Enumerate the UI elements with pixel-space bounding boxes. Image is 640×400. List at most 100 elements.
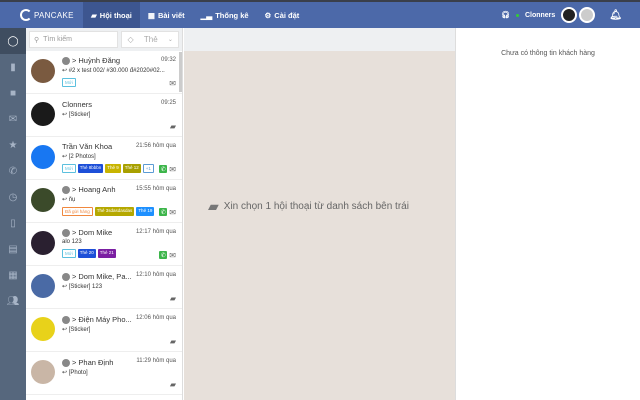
- tab-conversations[interactable]: ▰ Hội thoại: [83, 2, 140, 28]
- chevron-right-icon: >: [72, 185, 77, 194]
- conversation-name: Dom Mike: [78, 228, 113, 237]
- chat-bubbles-icon: ▰: [208, 198, 219, 214]
- tab-stats[interactable]: ▁▃ Thống kê: [193, 2, 257, 28]
- tag-filter-select[interactable]: ◇ Thẻ ⌄: [121, 31, 179, 48]
- conversation-time: 11:29 hôm qua: [136, 358, 176, 364]
- conversation-item[interactable]: Clonners 09:25 ↩ [Sticker] ▰: [26, 94, 182, 137]
- conversation-item[interactable]: > Dom Mike, Pa... 12:10 hôm qua ↩ [Sticke…: [26, 266, 182, 309]
- conversation-item[interactable]: > Điện Máy Pho... 12:06 hôm qua ↩ [Sticke…: [26, 309, 182, 352]
- headset-icon[interactable]: 🎧︎: [501, 11, 510, 19]
- chevron-right-icon: >: [72, 56, 77, 65]
- tab-posts[interactable]: ▦ Bài viết: [140, 2, 193, 28]
- tag-badge: Thẻ 3sdasdasdas: [94, 207, 135, 216]
- conversation-item[interactable]: > Huỳnh Đăng 09:32 ↩ #2 x test 002/ #30.0…: [26, 51, 182, 94]
- page-mini-avatar: [62, 358, 70, 367]
- users-icon[interactable]: 👥︎: [0, 288, 26, 314]
- avatar: [31, 188, 55, 212]
- tag-badge: Thẻ 9: [105, 164, 121, 173]
- calendar-icon[interactable]: ▤: [0, 236, 26, 262]
- envelope-icon: ✉: [169, 79, 176, 88]
- bell-icon[interactable]: 🔔︎: [609, 10, 622, 21]
- comment-icon: ▰: [169, 122, 176, 131]
- avatar: [31, 274, 55, 298]
- page-avatar[interactable]: [561, 7, 578, 23]
- conversation-snippet: ↩ [2 Photos]: [62, 154, 96, 160]
- conversation-time: 12:10 hôm qua: [135, 272, 176, 278]
- logo-icon: [20, 9, 32, 21]
- conversation-name: Điện Máy Pho...: [78, 315, 132, 324]
- empty-message: Xin chọn 1 hội thoại từ danh sách bên tr…: [223, 201, 409, 212]
- grid-icon[interactable]: ▦: [0, 262, 26, 288]
- envelope-icon: ✉: [169, 208, 176, 217]
- tag-badge: Mới: [62, 164, 76, 173]
- bookmark-icon[interactable]: ▮: [0, 54, 26, 80]
- tag-badge: Thẻ 20: [77, 249, 96, 258]
- top-navbar: PANCAKE ▰ Hội thoại ▦ Bài viết ▁▃ Thống kê …: [0, 0, 640, 28]
- envelope-icon: ✉: [169, 251, 176, 260]
- scrollbar[interactable]: [179, 52, 182, 92]
- left-sidebar: ◯ ▮ ■ ✉ ★ ✆ ◷ ▯ ▤ ▦ 👥︎: [0, 28, 26, 400]
- page-mini-avatar: [62, 272, 70, 281]
- page-mini-avatar: [62, 56, 70, 65]
- conversation-snippet: alo 123: [62, 239, 82, 245]
- envelope-icon: ✉: [169, 165, 176, 174]
- avatar: [31, 145, 55, 169]
- conversation-list: ⚲ Tìm kiếm ◇ Thẻ ⌄ > Huỳnh Đăng 09:32 ↩ #2 x…: [26, 28, 183, 400]
- conversation-snippet: ↩ #2 x test 002/ #30.000 đ#2020#02...: [62, 68, 165, 74]
- tag-badge: Thẻ 19: [136, 207, 155, 216]
- phone-icon: ✆: [159, 208, 168, 216]
- conversation-item[interactable]: > Hoang Anh 15:55 hôm qua ↩ ňụ Đã gửi hàn…: [26, 180, 182, 223]
- phone-icon: ✆: [159, 251, 168, 259]
- conversation-name: Dom Mike, Pa...: [78, 272, 132, 281]
- chevron-right-icon: >: [72, 358, 77, 367]
- customer-panel: Chưa có thông tin khách hàng: [455, 28, 640, 400]
- chevron-right-icon: >: [72, 315, 77, 324]
- chevron-right-icon: >: [72, 228, 77, 237]
- conversation-item[interactable]: > Dom Mike 12:17 hôm qua alo 123 Mới Thẻ 2…: [26, 223, 182, 266]
- phone-icon: ✆: [159, 165, 168, 173]
- tag-badge: Mới: [62, 78, 76, 87]
- conversation-item[interactable]: > Phan Định 11:29 hôm qua ↩ [Photo] ▰: [26, 352, 182, 395]
- comment-icon: ▰: [169, 294, 176, 303]
- conversation-time: 12:06 hôm qua: [135, 315, 176, 321]
- conversation-name: Phan Định: [78, 358, 114, 367]
- no-customer-info: Chưa có thông tin khách hàng: [501, 50, 595, 57]
- user-avatar[interactable]: [579, 7, 596, 23]
- avatar: [31, 102, 55, 126]
- tag-badge: Thẻ 12: [122, 164, 141, 173]
- tag-badge: Mới: [62, 249, 76, 258]
- conversation-name: Huỳnh Đăng: [78, 56, 121, 65]
- conversation-name: Trần Văn Khoa: [62, 142, 113, 151]
- conversation-snippet: ↩ [Sticker]: [62, 327, 91, 333]
- main-nav: ▰ Hội thoại ▦ Bài viết ▁▃ Thống kê ⚙ Cài đặt: [83, 2, 307, 28]
- clock-icon[interactable]: ◷: [0, 184, 26, 210]
- conversation-snippet: ↩ [Sticker]: [62, 112, 91, 118]
- page-mini-avatar: [62, 228, 70, 237]
- all-conversations-icon[interactable]: ◯: [0, 28, 26, 54]
- online-dot: [515, 13, 519, 17]
- tag-icon: ◇: [127, 35, 134, 44]
- conversation-panel: ▰ Xin chọn 1 hội thoại từ danh sách bên t…: [184, 28, 455, 400]
- page-mini-avatar: [62, 185, 70, 194]
- conversation-time: 15:55 hôm qua: [135, 186, 176, 192]
- conversation-time: 12:17 hôm qua: [135, 229, 176, 235]
- note-icon[interactable]: ▯: [0, 210, 26, 236]
- conversation-snippet: ↩ [Photo]: [62, 370, 88, 376]
- page-name[interactable]: Clonners: [525, 12, 555, 19]
- conversation-name: Clonners: [62, 100, 93, 109]
- chart-icon: ▁▃: [200, 10, 213, 20]
- phone-icon[interactable]: ✆: [0, 158, 26, 184]
- posts-icon: ▦: [147, 10, 155, 20]
- avatar: [31, 59, 55, 83]
- conversation-item[interactable]: Trần Văn Khoa 21:56 hôm qua ↩ [2 Photos]…: [26, 137, 182, 180]
- conversation-time: 09:32: [160, 57, 176, 63]
- star-icon[interactable]: ★: [0, 132, 26, 158]
- pancake-logo[interactable]: PANCAKE: [20, 9, 83, 21]
- tab-settings[interactable]: ⚙ Cài đặt: [257, 2, 308, 28]
- conversation-snippet: ↩ [Sticker] 123: [62, 284, 103, 290]
- envelope-icon[interactable]: ✉: [0, 106, 26, 132]
- chevron-right-icon: >: [72, 272, 77, 281]
- search-input[interactable]: ⚲ Tìm kiếm: [29, 31, 119, 48]
- comment-icon[interactable]: ■: [0, 80, 26, 106]
- avatar: [31, 360, 55, 384]
